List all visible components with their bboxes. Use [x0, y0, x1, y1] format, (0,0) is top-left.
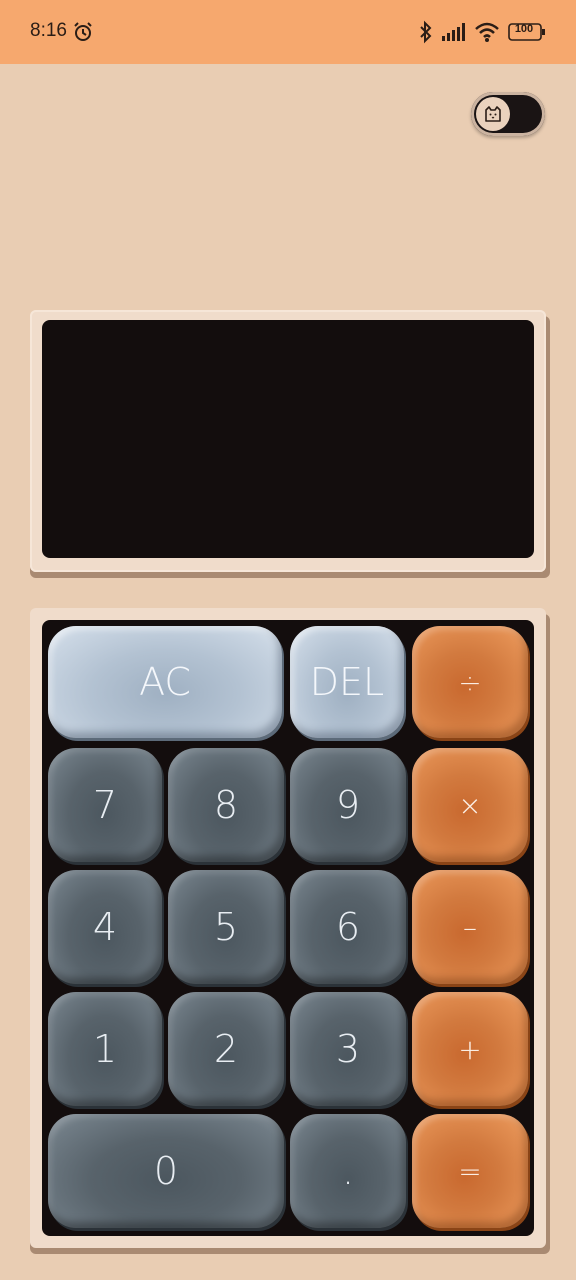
- wifi-icon: [475, 22, 499, 42]
- equals-button[interactable]: =: [412, 1114, 528, 1228]
- status-bar: 8:16 100: [0, 0, 576, 64]
- divide-button[interactable]: ÷: [412, 626, 528, 738]
- delete-button[interactable]: DEL: [290, 626, 404, 738]
- digit-7-button[interactable]: 7: [48, 748, 162, 862]
- digit-4-button[interactable]: 4: [48, 870, 162, 984]
- theme-toggle[interactable]: [471, 92, 545, 136]
- digit-6-button[interactable]: 6: [290, 870, 406, 984]
- keypad: AC DEL ÷ 7 8 9 × 4 5 6 – 1 2 3 + 0 . =: [30, 608, 546, 1248]
- digit-2-button[interactable]: 2: [168, 992, 284, 1106]
- bluetooth-icon: [420, 20, 432, 44]
- display-frame: [30, 310, 546, 572]
- plus-button[interactable]: +: [412, 992, 528, 1106]
- digit-1-button[interactable]: 1: [48, 992, 162, 1106]
- keypad-inner: AC DEL ÷ 7 8 9 × 4 5 6 – 1 2 3 + 0 . =: [42, 620, 534, 1236]
- digit-0-button[interactable]: 0: [48, 1114, 284, 1228]
- decimal-button[interactable]: .: [290, 1114, 406, 1228]
- battery-level: 100: [514, 23, 534, 35]
- alarm-icon: [74, 22, 92, 41]
- toggle-knob: [476, 97, 510, 131]
- minus-button[interactable]: –: [412, 870, 528, 984]
- multiply-button[interactable]: ×: [412, 748, 528, 862]
- digit-5-button[interactable]: 5: [168, 870, 284, 984]
- digit-8-button[interactable]: 8: [168, 748, 284, 862]
- digit-9-button[interactable]: 9: [290, 748, 406, 862]
- status-time: 8:16: [30, 20, 67, 41]
- cat-icon: [485, 106, 501, 122]
- display-screen: [42, 320, 534, 558]
- digit-3-button[interactable]: 3: [290, 992, 406, 1106]
- ac-button[interactable]: AC: [48, 626, 282, 738]
- signal-icon: [442, 23, 465, 41]
